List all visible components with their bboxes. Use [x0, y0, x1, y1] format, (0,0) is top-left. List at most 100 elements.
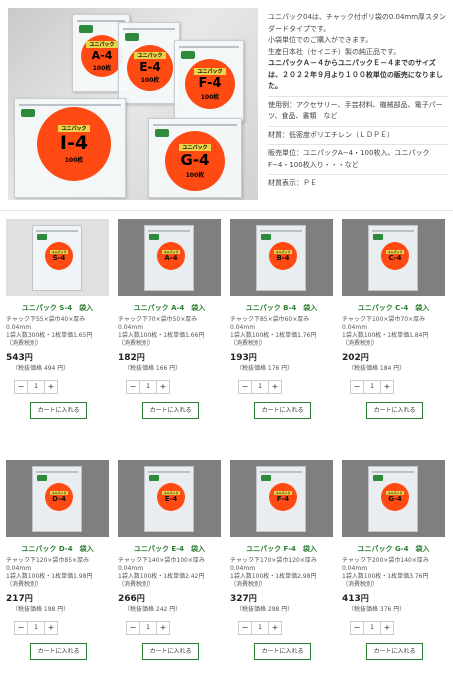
quantity-minus-button[interactable]: − — [238, 621, 252, 635]
product-name-link[interactable]: ユニパック A-4 袋入 — [118, 303, 221, 313]
tax-note: （消費税別） — [342, 340, 379, 347]
quantity-plus-button[interactable]: + — [156, 621, 170, 635]
product-name-link[interactable]: ユニパック E-4 袋入 — [118, 544, 221, 554]
bag-label-disc: ユニパック A-4 — [157, 242, 185, 270]
product-spec: チャック下140×袋巾100×厚み0.04mm — [118, 557, 205, 572]
add-to-cart-button[interactable]: カートに入れる — [30, 402, 87, 419]
price-excluding-tax: （税抜価格 166 円） — [124, 365, 182, 372]
quantity-minus-button[interactable]: − — [14, 621, 28, 635]
quantity-stepper: − 1 + — [126, 621, 221, 635]
sales-unit: 販売単位：ユニパックA−4・100枚入、ユニパックF−4・100枚入り・・・など — [268, 149, 430, 169]
product-hero-image: ユニパック A-4 100枚 ユニパック E-4 100枚 ユニパック F-4 … — [8, 8, 258, 200]
quantity-input[interactable]: 1 — [252, 380, 268, 394]
bag-icon: ユニパック D-4 — [32, 466, 82, 532]
price-excluding-tax: （税抜価格 298 円） — [236, 606, 294, 613]
product-name-link[interactable]: ユニパック C-4 袋入 — [342, 303, 445, 313]
quantity-input[interactable]: 1 — [252, 621, 268, 635]
bag-label-disc: ユニパック G-4 — [381, 483, 409, 511]
add-to-cart-button[interactable]: カートに入れる — [142, 402, 199, 419]
bag-g4: ユニパック G-4 100枚 — [148, 118, 242, 198]
bag-label-disc: ユニパック E-4 100枚 — [127, 45, 173, 91]
bag-label-disc: ユニパック A-4 100枚 — [81, 35, 123, 77]
section-divider — [0, 210, 453, 211]
product-card: ユニパック C-4 ユニパック C-4 袋入 チャック下100×袋巾70×厚み0… — [342, 219, 445, 419]
product-name-link[interactable]: ユニパック G-4 袋入 — [342, 544, 445, 554]
product-price: 413円 — [342, 593, 445, 604]
add-to-cart-button[interactable]: カートに入れる — [366, 402, 423, 419]
product-card: ユニパック A-4 ユニパック A-4 袋入 チャック下70×袋巾50×厚み0.… — [118, 219, 221, 419]
product-unit: 1袋入数100枚・1枚単価1.76円 — [230, 332, 317, 339]
add-to-cart-button[interactable]: カートに入れる — [254, 402, 311, 419]
quantity-input[interactable]: 1 — [28, 621, 44, 635]
add-to-cart-button[interactable]: カートに入れる — [142, 643, 199, 660]
product-image[interactable]: ユニパック D-4 — [6, 460, 109, 537]
bag-label-disc: ユニパック B-4 — [269, 242, 297, 270]
product-spec: チャック下85×袋巾60×厚み0.04mm — [230, 316, 310, 331]
product-image[interactable]: ユニパック A-4 — [118, 219, 221, 296]
product-image[interactable]: ユニパック S-4 — [6, 219, 109, 296]
product-card: ユニパック B-4 ユニパック B-4 袋入 チャック下85×袋巾60×厚み0.… — [230, 219, 333, 419]
price-excluding-tax: （税抜価格 184 円） — [348, 365, 406, 372]
product-name-link[interactable]: ユニパック D-4 袋入 — [6, 544, 109, 554]
bag-icon: ユニパック F-4 — [256, 466, 306, 532]
product-name-link[interactable]: ユニパック S-4 袋入 — [6, 303, 109, 313]
divider — [268, 144, 448, 145]
quantity-stepper: − 1 + — [350, 380, 445, 394]
product-name-link[interactable]: ユニパック F-4 袋入 — [230, 544, 333, 554]
divider — [268, 174, 448, 175]
product-unit: 1袋入数300枚・1枚単価1.65円 — [6, 332, 93, 339]
quantity-plus-button[interactable]: + — [44, 621, 58, 635]
quantity-minus-button[interactable]: − — [350, 380, 364, 394]
tax-note: （消費税別） — [6, 340, 43, 347]
product-image[interactable]: ユニパック F-4 — [230, 460, 333, 537]
quantity-stepper: − 1 + — [126, 380, 221, 394]
quantity-minus-button[interactable]: − — [350, 621, 364, 635]
quantity-plus-button[interactable]: + — [268, 621, 282, 635]
product-unit: 1袋入数100枚・1枚単価2.42円 — [118, 573, 205, 580]
bag-icon: ユニパック S-4 — [32, 225, 82, 291]
quantity-minus-button[interactable]: − — [126, 380, 140, 394]
quantity-input[interactable]: 1 — [364, 621, 380, 635]
add-to-cart-button[interactable]: カートに入れる — [254, 643, 311, 660]
product-image[interactable]: ユニパック E-4 — [118, 460, 221, 537]
quantity-input[interactable]: 1 — [28, 380, 44, 394]
add-to-cart-button[interactable]: カートに入れる — [30, 643, 87, 660]
quantity-plus-button[interactable]: + — [380, 621, 394, 635]
bag-i4: ユニパック I-4 100枚 — [14, 98, 126, 198]
price-value: 202 — [342, 353, 361, 363]
divider — [268, 125, 448, 127]
currency-label: 円 — [136, 594, 145, 603]
product-spec: チャック下100×袋巾70×厚み0.04mm — [342, 316, 426, 331]
product-image[interactable]: ユニパック G-4 — [342, 460, 445, 537]
currency-label: 円 — [136, 353, 145, 362]
product-unit: 1袋入数100枚・1枚単価1.98円 — [6, 573, 93, 580]
quantity-minus-button[interactable]: − — [238, 380, 252, 394]
bag-label-disc: ユニパック I-4 100枚 — [37, 107, 111, 181]
quantity-stepper: − 1 + — [14, 621, 109, 635]
quantity-plus-button[interactable]: + — [156, 380, 170, 394]
quantity-plus-button[interactable]: + — [44, 380, 58, 394]
intro-text: 生産日本社（セイニチ）製の純正品です。 — [268, 47, 401, 56]
bag-icon: ユニパック A-4 — [144, 225, 194, 291]
quantity-plus-button[interactable]: + — [268, 380, 282, 394]
product-spec: チャック下55×袋巾40×厚み0.04mm — [6, 316, 86, 331]
product-unit: 1袋入数100枚・1枚単価1.66円 — [118, 332, 205, 339]
product-image[interactable]: ユニパック B-4 — [230, 219, 333, 296]
product-price: 182円 — [118, 352, 221, 363]
quantity-input[interactable]: 1 — [364, 380, 380, 394]
quantity-stepper: − 1 + — [14, 380, 109, 394]
bag-icon: ユニパック E-4 — [144, 466, 194, 532]
quantity-minus-button[interactable]: − — [14, 380, 28, 394]
currency-label: 円 — [360, 353, 369, 362]
product-name-link[interactable]: ユニパック B-4 袋入 — [230, 303, 333, 313]
price-value: 266 — [118, 594, 137, 604]
add-to-cart-button[interactable]: カートに入れる — [366, 643, 423, 660]
currency-label: 円 — [248, 594, 257, 603]
quantity-minus-button[interactable]: − — [126, 621, 140, 635]
quantity-input[interactable]: 1 — [140, 621, 156, 635]
size-notice: ユニパックＡ－４からユニパックＥ－４までのサイズは、２０２２年９月より１００枚単… — [268, 59, 443, 90]
product-image[interactable]: ユニパック C-4 — [342, 219, 445, 296]
quantity-plus-button[interactable]: + — [380, 380, 394, 394]
quantity-input[interactable]: 1 — [140, 380, 156, 394]
tax-note: （消費税別） — [342, 581, 379, 588]
